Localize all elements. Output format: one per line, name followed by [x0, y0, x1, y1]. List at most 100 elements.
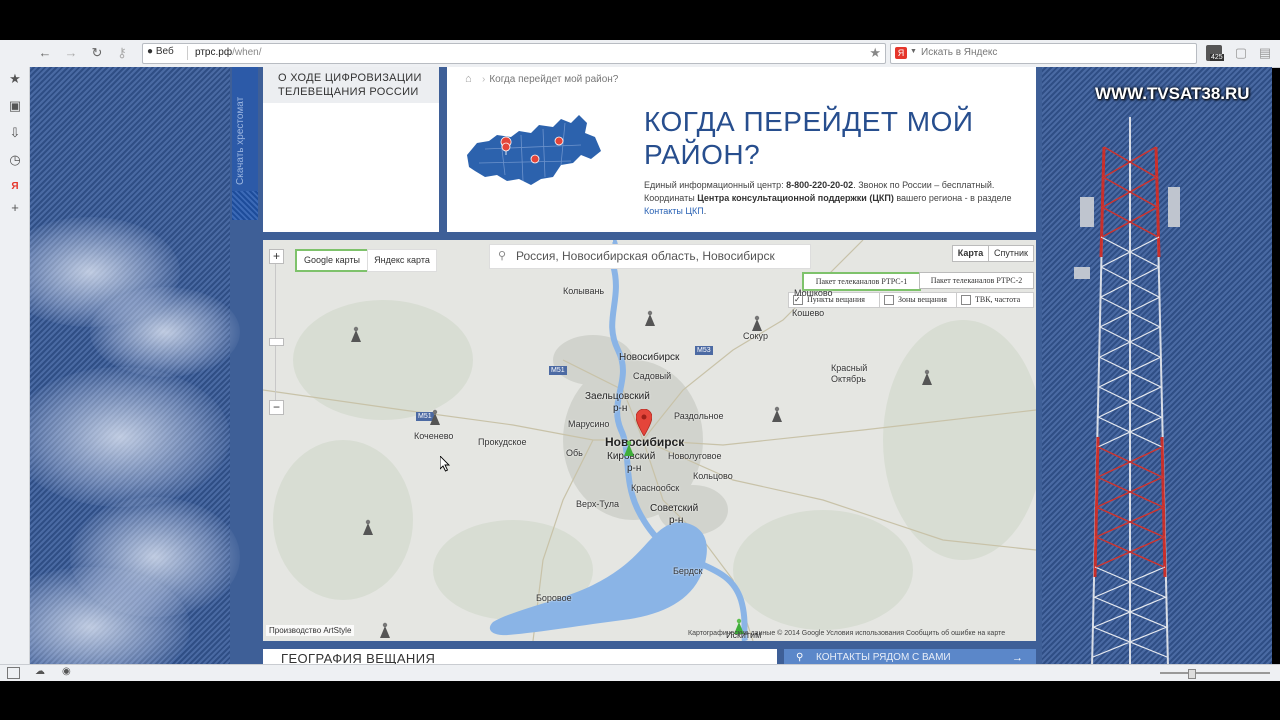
- location-pin-icon[interactable]: [636, 409, 652, 436]
- city-label: Раздольное: [674, 411, 724, 421]
- yandex-icon: Я: [895, 47, 907, 59]
- yandex-sidebar-icon[interactable]: Я: [7, 179, 23, 195]
- watermark-text: WWW.TVSAT38.RU: [1095, 84, 1250, 103]
- city-label: Боровое: [536, 593, 572, 603]
- home-icon[interactable]: ⌂: [465, 73, 476, 85]
- web-page: WWW.TVSAT38.RU Скачать хрестомат О ходе …: [30, 67, 1272, 664]
- tower-marker-icon[interactable]: [378, 622, 392, 638]
- district-label: р-н: [669, 515, 684, 526]
- camera-icon[interactable]: ◉: [62, 666, 71, 677]
- breadcrumb: ⌂ › Когда перейдет мой район?: [465, 73, 619, 85]
- yandex-search-input[interactable]: Я ▼ Искать в Яндекс: [890, 43, 1197, 64]
- search-icon: ⚲: [796, 652, 804, 663]
- search-placeholder: Искать в Яндекс: [921, 47, 998, 58]
- google-maps-button[interactable]: Google карты: [295, 249, 369, 272]
- page-icon[interactable]: ▢: [1232, 44, 1250, 62]
- city-label: Бердск: [673, 566, 703, 576]
- search-icon: ⚲: [498, 250, 507, 262]
- district-label: Советский: [650, 503, 699, 514]
- header-panel: ⌂ › Когда перейдет мой район? Когда перейд…: [447, 67, 1036, 232]
- zoom-out-button[interactable]: −: [269, 400, 284, 415]
- cloud-icon[interactable]: ☁: [35, 666, 45, 677]
- city-label: Колывань: [563, 286, 605, 296]
- city-label: Краснообск: [631, 483, 680, 493]
- map-type-map-button[interactable]: Карта: [952, 245, 989, 262]
- tower-marker-icon[interactable]: [643, 310, 657, 326]
- mouse-cursor-icon: [440, 456, 451, 472]
- tower-marker-icon[interactable]: [361, 519, 375, 535]
- browser-sidebar: ★ ▣ ⇩ ◷ Я +: [0, 67, 30, 664]
- address-bar[interactable]: ● Веб ртрс.рф/when/ ★: [142, 43, 886, 64]
- active-tower-marker-icon[interactable]: [622, 440, 636, 456]
- download-reader-tab[interactable]: Скачать хрестомат: [232, 67, 258, 220]
- contacts-ckp-link[interactable]: Контакты ЦКП: [644, 206, 704, 216]
- artstyle-credit[interactable]: Производство ArtStyle: [266, 625, 355, 636]
- checkbox-tvk-frequency[interactable]: ТВК, частота: [956, 292, 1034, 308]
- city-label: Прокудское: [478, 437, 527, 447]
- browser-status-bar: ☁ ◉: [0, 664, 1280, 681]
- page-title: Когда перейдет мой район?: [644, 106, 974, 170]
- web-label: ● Веб: [147, 46, 174, 57]
- tower-marker-icon[interactable]: [920, 369, 934, 385]
- city-label: Новолуговое: [668, 451, 722, 461]
- add-panel-icon[interactable]: +: [7, 200, 23, 216]
- district-label: р-н: [627, 463, 642, 474]
- left-panel-title[interactable]: О ходе цифровизации телевещания России: [278, 71, 428, 99]
- package-rtrs2-button[interactable]: Пакет телеканалов РТРС-2: [919, 272, 1034, 289]
- map-copyright[interactable]: Картографические данные © 2014 Google Ус…: [688, 630, 1005, 637]
- vertical-tab-label: Скачать хрестомат: [235, 96, 246, 185]
- map-type-satellite-button[interactable]: Спутник: [988, 245, 1034, 262]
- notes-icon[interactable]: ▣: [7, 98, 23, 114]
- history-clock-icon[interactable]: ◷: [7, 152, 23, 168]
- tower-marker-icon[interactable]: [349, 326, 363, 342]
- downloads-icon[interactable]: 425: [1206, 45, 1224, 61]
- arrow-right-icon: →: [1012, 652, 1023, 664]
- zoom-slider[interactable]: [1160, 669, 1270, 679]
- tower-marker-icon[interactable]: [750, 315, 764, 331]
- city-label: Кошево: [792, 308, 825, 318]
- menu-icon[interactable]: ▤: [1256, 44, 1274, 62]
- tower-marker-icon[interactable]: [428, 409, 442, 425]
- city-label: Обь: [566, 448, 583, 458]
- city-label: Садовый: [633, 371, 672, 381]
- info-text: Единый информационный центр: 8-800-220-2…: [644, 180, 1012, 216]
- city-label: Верх-Тула: [576, 499, 619, 509]
- geography-title: География вещания: [281, 651, 436, 664]
- city-label-novosibirsk: Новосибирск: [605, 435, 685, 449]
- city-label: Новосибирск: [619, 352, 680, 363]
- favorites-star-icon[interactable]: ★: [7, 71, 23, 87]
- bookmark-star-icon[interactable]: ★: [869, 45, 881, 61]
- map-search-box: ⚲: [489, 244, 811, 269]
- panel-toggle-icon[interactable]: [7, 667, 20, 679]
- road-label: M51: [549, 366, 567, 375]
- url-text: ртрс.рф/when/: [195, 47, 262, 58]
- city-label: Октябрь: [831, 374, 866, 384]
- contacts-nearby-button[interactable]: ⚲ Контакты рядом с вами →: [784, 649, 1036, 664]
- zoom-slider-handle[interactable]: [269, 338, 284, 346]
- forward-icon[interactable]: →: [62, 44, 80, 62]
- left-info-panel: О ходе цифровизации телевещания России: [263, 67, 439, 232]
- badge-count: 425: [1210, 54, 1224, 61]
- tv-tower-image: [1074, 117, 1180, 664]
- checkbox-broadcast-zones[interactable]: Зоны вещания: [879, 292, 957, 308]
- broadcast-map[interactable]: + − Google карты Яндекс карта ⚲ Карта Сп…: [263, 240, 1036, 641]
- city-label: Мошково: [794, 288, 833, 298]
- info-center-name: Центра консультационной поддержки (ЦКП): [697, 193, 894, 203]
- yandex-maps-button[interactable]: Яндекс карта: [367, 249, 437, 272]
- city-label: Коченево: [414, 431, 454, 441]
- city-label: Красный: [831, 363, 868, 373]
- city-label: Кольцово: [693, 471, 733, 481]
- zoom-in-button[interactable]: +: [269, 249, 284, 264]
- russia-map-image: [467, 115, 601, 185]
- district-label: Заельцовский: [585, 391, 650, 402]
- tower-marker-icon[interactable]: [770, 406, 784, 422]
- city-label: Сокур: [743, 331, 768, 341]
- reload-icon[interactable]: ↻: [88, 44, 106, 62]
- download-icon[interactable]: ⇩: [7, 125, 23, 141]
- road-label: M53: [695, 346, 713, 355]
- breadcrumb-current: Когда перейдет мой район?: [489, 74, 619, 85]
- map-search-input[interactable]: [516, 247, 804, 265]
- key-icon[interactable]: ⚷: [113, 44, 131, 62]
- back-icon[interactable]: ←: [36, 44, 54, 62]
- district-label: р-н: [613, 403, 628, 414]
